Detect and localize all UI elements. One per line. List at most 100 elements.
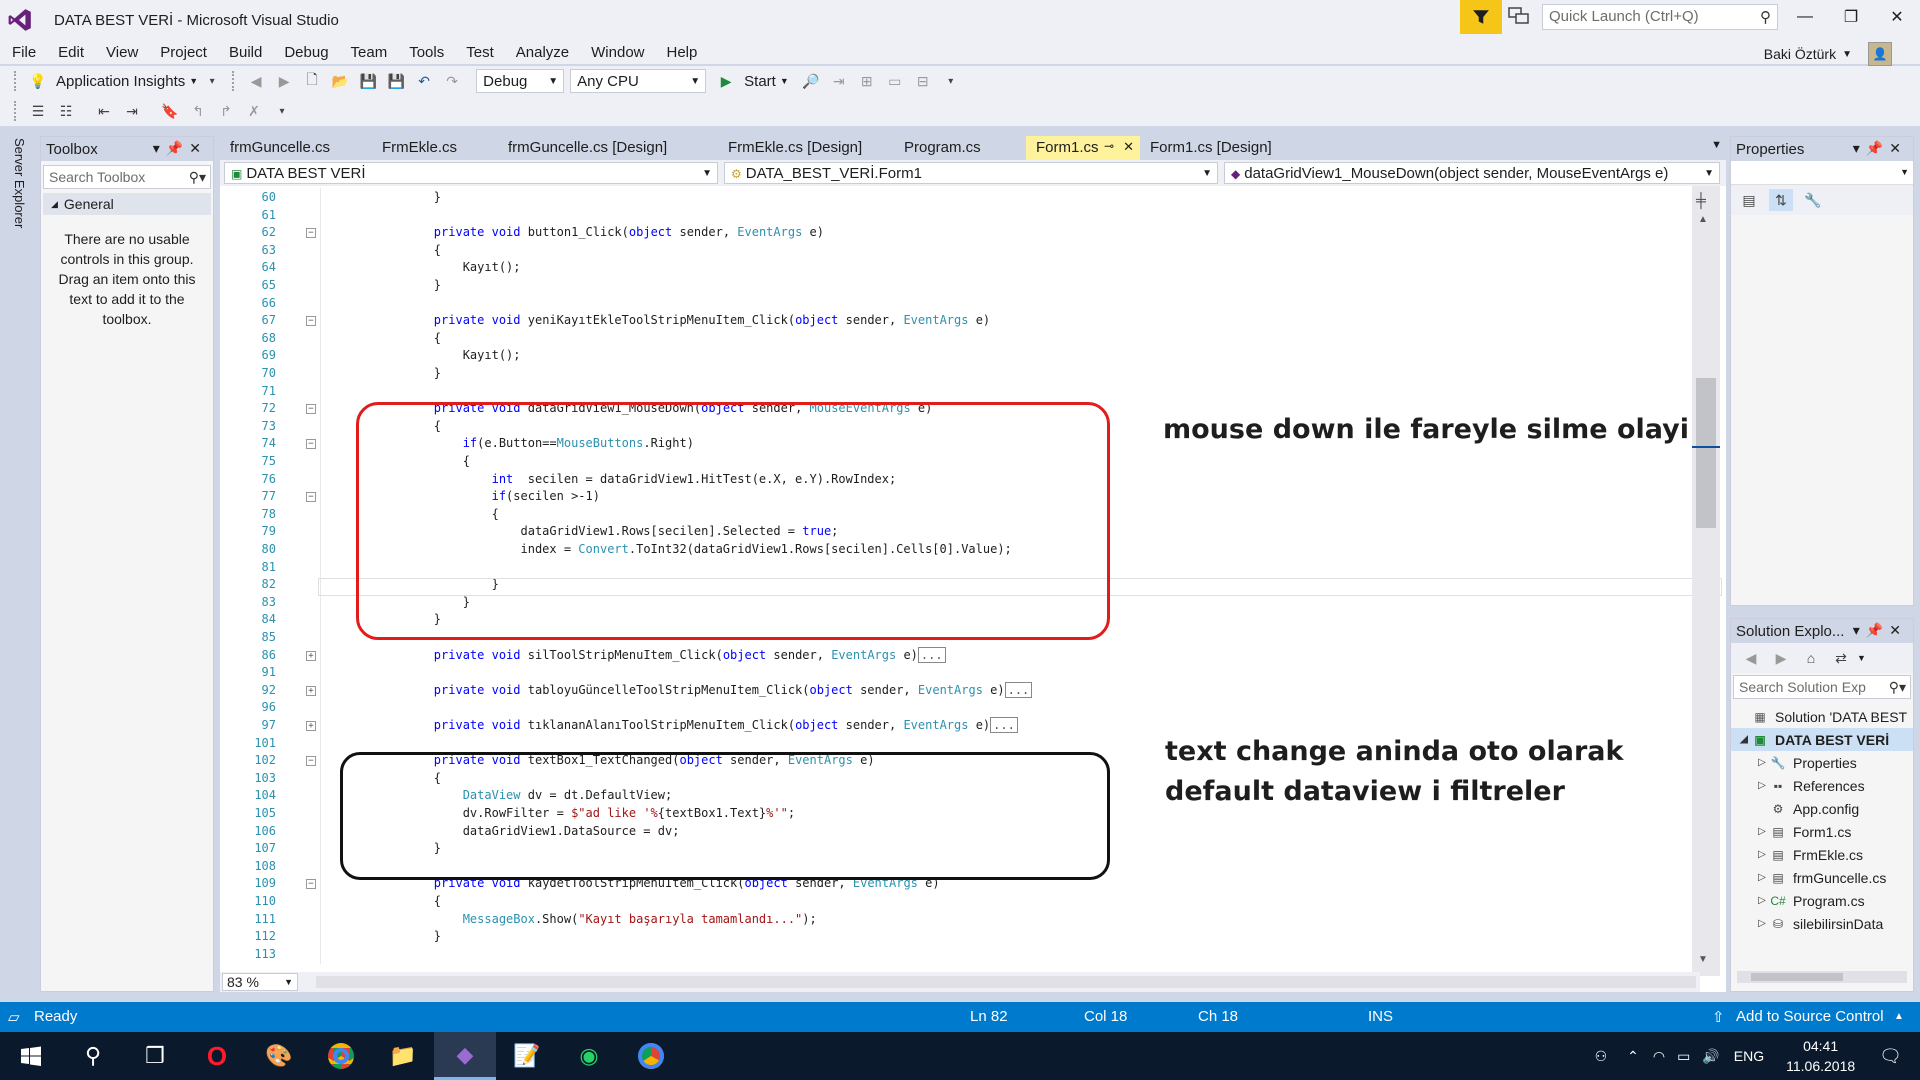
battery-icon[interactable]: ▭ — [1677, 1048, 1690, 1065]
toolbar-overflow-icon[interactable]: ▾ — [270, 100, 294, 122]
solution-configuration-select[interactable]: Debug ▼ — [476, 69, 565, 93]
format-document-icon[interactable]: ⊟ — [911, 70, 935, 92]
panel-controls[interactable]: ▾📌✕ — [153, 140, 207, 157]
solution-tree-item[interactable]: ▷ ▤ FrmEkle.cs — [1731, 843, 1913, 866]
people-icon[interactable]: ⚇ — [1595, 1048, 1608, 1065]
property-pages-icon[interactable]: 🔧 — [1801, 189, 1825, 211]
solution-search-input[interactable]: Search Solution Exp ⚲▾ — [1733, 675, 1911, 699]
solution-tree-item[interactable]: ▷ ▪▪ References — [1731, 774, 1913, 797]
menu-window[interactable]: Window — [580, 44, 655, 61]
volume-icon[interactable]: 🔊 — [1702, 1048, 1719, 1065]
tab-frmekle-cs[interactable]: FrmEkle.cs — [356, 136, 488, 160]
menu-test[interactable]: Test — [455, 44, 505, 61]
toolbar-grip[interactable] — [14, 71, 20, 91]
menu-team[interactable]: Team — [340, 44, 399, 61]
panel-controls[interactable]: ▾📌✕ — [1853, 622, 1907, 639]
scroll-up-icon[interactable]: ▲ — [1698, 214, 1708, 225]
scroll-down-icon[interactable]: ▼ — [1698, 954, 1708, 965]
class-nav-select[interactable]: ⚙ DATA_BEST_VERİ.Form1 ▼ — [724, 162, 1218, 184]
tab-program-cs[interactable]: Program.cs — [880, 136, 1026, 160]
close-button[interactable]: ✕ — [1874, 0, 1920, 34]
code-line[interactable]: 60 } — [220, 190, 1700, 208]
save-icon[interactable]: 💾 — [356, 70, 380, 92]
tab-list-dropdown-icon[interactable]: ▼ — [1711, 139, 1722, 151]
server-explorer-tab[interactable]: Server Explorer — [12, 138, 27, 228]
code-line[interactable]: 61 — [220, 208, 1700, 226]
search-icon[interactable]: ⚲ — [62, 1032, 124, 1080]
editor-vertical-scrollbar[interactable]: ╪ ▲ ▼ — [1692, 186, 1720, 976]
new-project-icon[interactable]: 🗋 — [300, 70, 324, 92]
expand-region-icon[interactable]: + — [306, 721, 316, 731]
save-all-icon[interactable]: 💾 — [384, 70, 408, 92]
collapse-region-icon[interactable]: − — [306, 316, 316, 327]
solution-tree-item[interactable]: ▷ ▤ Form1.cs — [1731, 820, 1913, 843]
notepad-icon[interactable]: 📝 — [496, 1032, 558, 1080]
expand-triangle-icon[interactable]: ▷ — [1755, 757, 1769, 768]
collapse-region-icon[interactable]: − — [306, 492, 316, 503]
menu-file[interactable]: File — [0, 44, 47, 61]
alphabetical-icon[interactable]: ⇅ — [1769, 189, 1793, 211]
expand-triangle-icon[interactable]: ▷ — [1755, 872, 1769, 883]
code-line[interactable]: 64 Kayıt(); — [220, 260, 1700, 278]
member-nav-select[interactable]: ◆ dataGridView1_MouseDown(object sender, … — [1224, 162, 1720, 184]
menu-view[interactable]: View — [95, 44, 149, 61]
menu-analyze[interactable]: Analyze — [505, 44, 580, 61]
feedback-icon[interactable] — [1508, 6, 1534, 28]
find-in-files-icon[interactable]: 🔎 — [799, 70, 823, 92]
minimize-button[interactable]: — — [1782, 0, 1828, 34]
toolbar-grip[interactable] — [232, 71, 238, 91]
code-line[interactable]: 112 } — [220, 929, 1700, 947]
solution-tree-item[interactable]: ▷ C# Program.cs — [1731, 889, 1913, 912]
toolbar-grip[interactable] — [14, 101, 20, 121]
whatsapp-icon[interactable]: ◉ — [558, 1032, 620, 1080]
menu-debug[interactable]: Debug — [273, 44, 339, 61]
code-line[interactable]: 111 MessageBox.Show("Kayıt başarıyla tam… — [220, 912, 1700, 930]
wifi-icon[interactable]: ◠ — [1653, 1048, 1665, 1065]
expand-region-icon[interactable]: + — [306, 685, 316, 696]
start-button[interactable]: Start — [744, 73, 776, 90]
scrollbar-thumb[interactable] — [1696, 378, 1716, 528]
display-object-member-list-icon[interactable]: ☰ — [26, 100, 50, 122]
start-icon[interactable]: ▶ — [714, 70, 738, 92]
solution-tree-item[interactable]: ◢ ▣ DATA BEST VERİ — [1731, 728, 1913, 751]
toolbox-search-input[interactable]: Search Toolbox ⚲▾ — [43, 165, 211, 189]
breakpoint-icon[interactable]: ⊞ — [855, 70, 879, 92]
scrollbar-thumb[interactable] — [1751, 973, 1843, 981]
solution-tree-item[interactable]: ▦ Solution 'DATA BEST — [1731, 705, 1913, 728]
decrease-indent-icon[interactable]: ⇤ — [92, 100, 116, 122]
toolbar-overflow-icon[interactable]: ▾ — [200, 70, 224, 92]
open-file-icon[interactable]: 📂 — [328, 70, 352, 92]
code-line[interactable]: 91 — [220, 665, 1700, 683]
code-line[interactable]: 68 { — [220, 331, 1700, 349]
bookmark-icon[interactable]: 🔖 — [158, 100, 182, 122]
solution-tree-item[interactable]: ▷ 🔧 Properties — [1731, 751, 1913, 774]
tab-form1-cs[interactable]: Form1.cs ⊸ ✕ — [1026, 136, 1140, 160]
code-line[interactable]: 65 } — [220, 278, 1700, 296]
code-line[interactable]: 63 { — [220, 243, 1700, 261]
opera-icon[interactable]: O — [186, 1032, 248, 1080]
expand-triangle-icon[interactable]: ▷ — [1755, 826, 1769, 837]
paint-icon[interactable]: 🎨 — [248, 1032, 310, 1080]
solution-tree-item[interactable]: ▷ ⛁ silebilirsinData — [1731, 912, 1913, 935]
restore-button[interactable]: ❐ — [1828, 0, 1874, 34]
forward-icon[interactable]: ▶ — [1769, 647, 1793, 669]
code-line[interactable]: 96 — [220, 700, 1700, 718]
action-center-icon[interactable]: 🗨 — [1879, 1046, 1902, 1067]
code-line[interactable]: 67 − private void yeniKayıtEkleToolStripM… — [220, 313, 1700, 331]
redo-icon[interactable]: ↷ — [440, 70, 464, 92]
code-line[interactable]: 71 — [220, 384, 1700, 402]
increase-indent-icon[interactable]: ⇥ — [120, 100, 144, 122]
toggle-comment-icon[interactable]: ▭ — [883, 70, 907, 92]
horizontal-scrollbar[interactable] — [316, 976, 1696, 988]
user-account[interactable]: Baki Öztürk ▼ 👤 — [1764, 42, 1892, 66]
chevron-down-icon[interactable]: ▼ — [1857, 653, 1866, 663]
code-line[interactable]: 92 + private void tabloyuGüncelleToolStri… — [220, 681, 1700, 701]
code-line[interactable]: 86 + private void silToolStripMenuItem_Cl… — [220, 646, 1700, 666]
show-hidden-icons-icon[interactable]: ⌃ — [1627, 1048, 1639, 1065]
chevron-down-icon[interactable]: ▼ — [780, 76, 789, 86]
chevron-down-icon[interactable]: ▼ — [189, 76, 198, 86]
collapse-region-icon[interactable]: − — [306, 756, 316, 767]
notifications-filter-icon[interactable] — [1460, 0, 1502, 34]
tab-form1-design[interactable]: Form1.cs [Design] — [1140, 136, 1300, 160]
menu-edit[interactable]: Edit — [47, 44, 95, 61]
